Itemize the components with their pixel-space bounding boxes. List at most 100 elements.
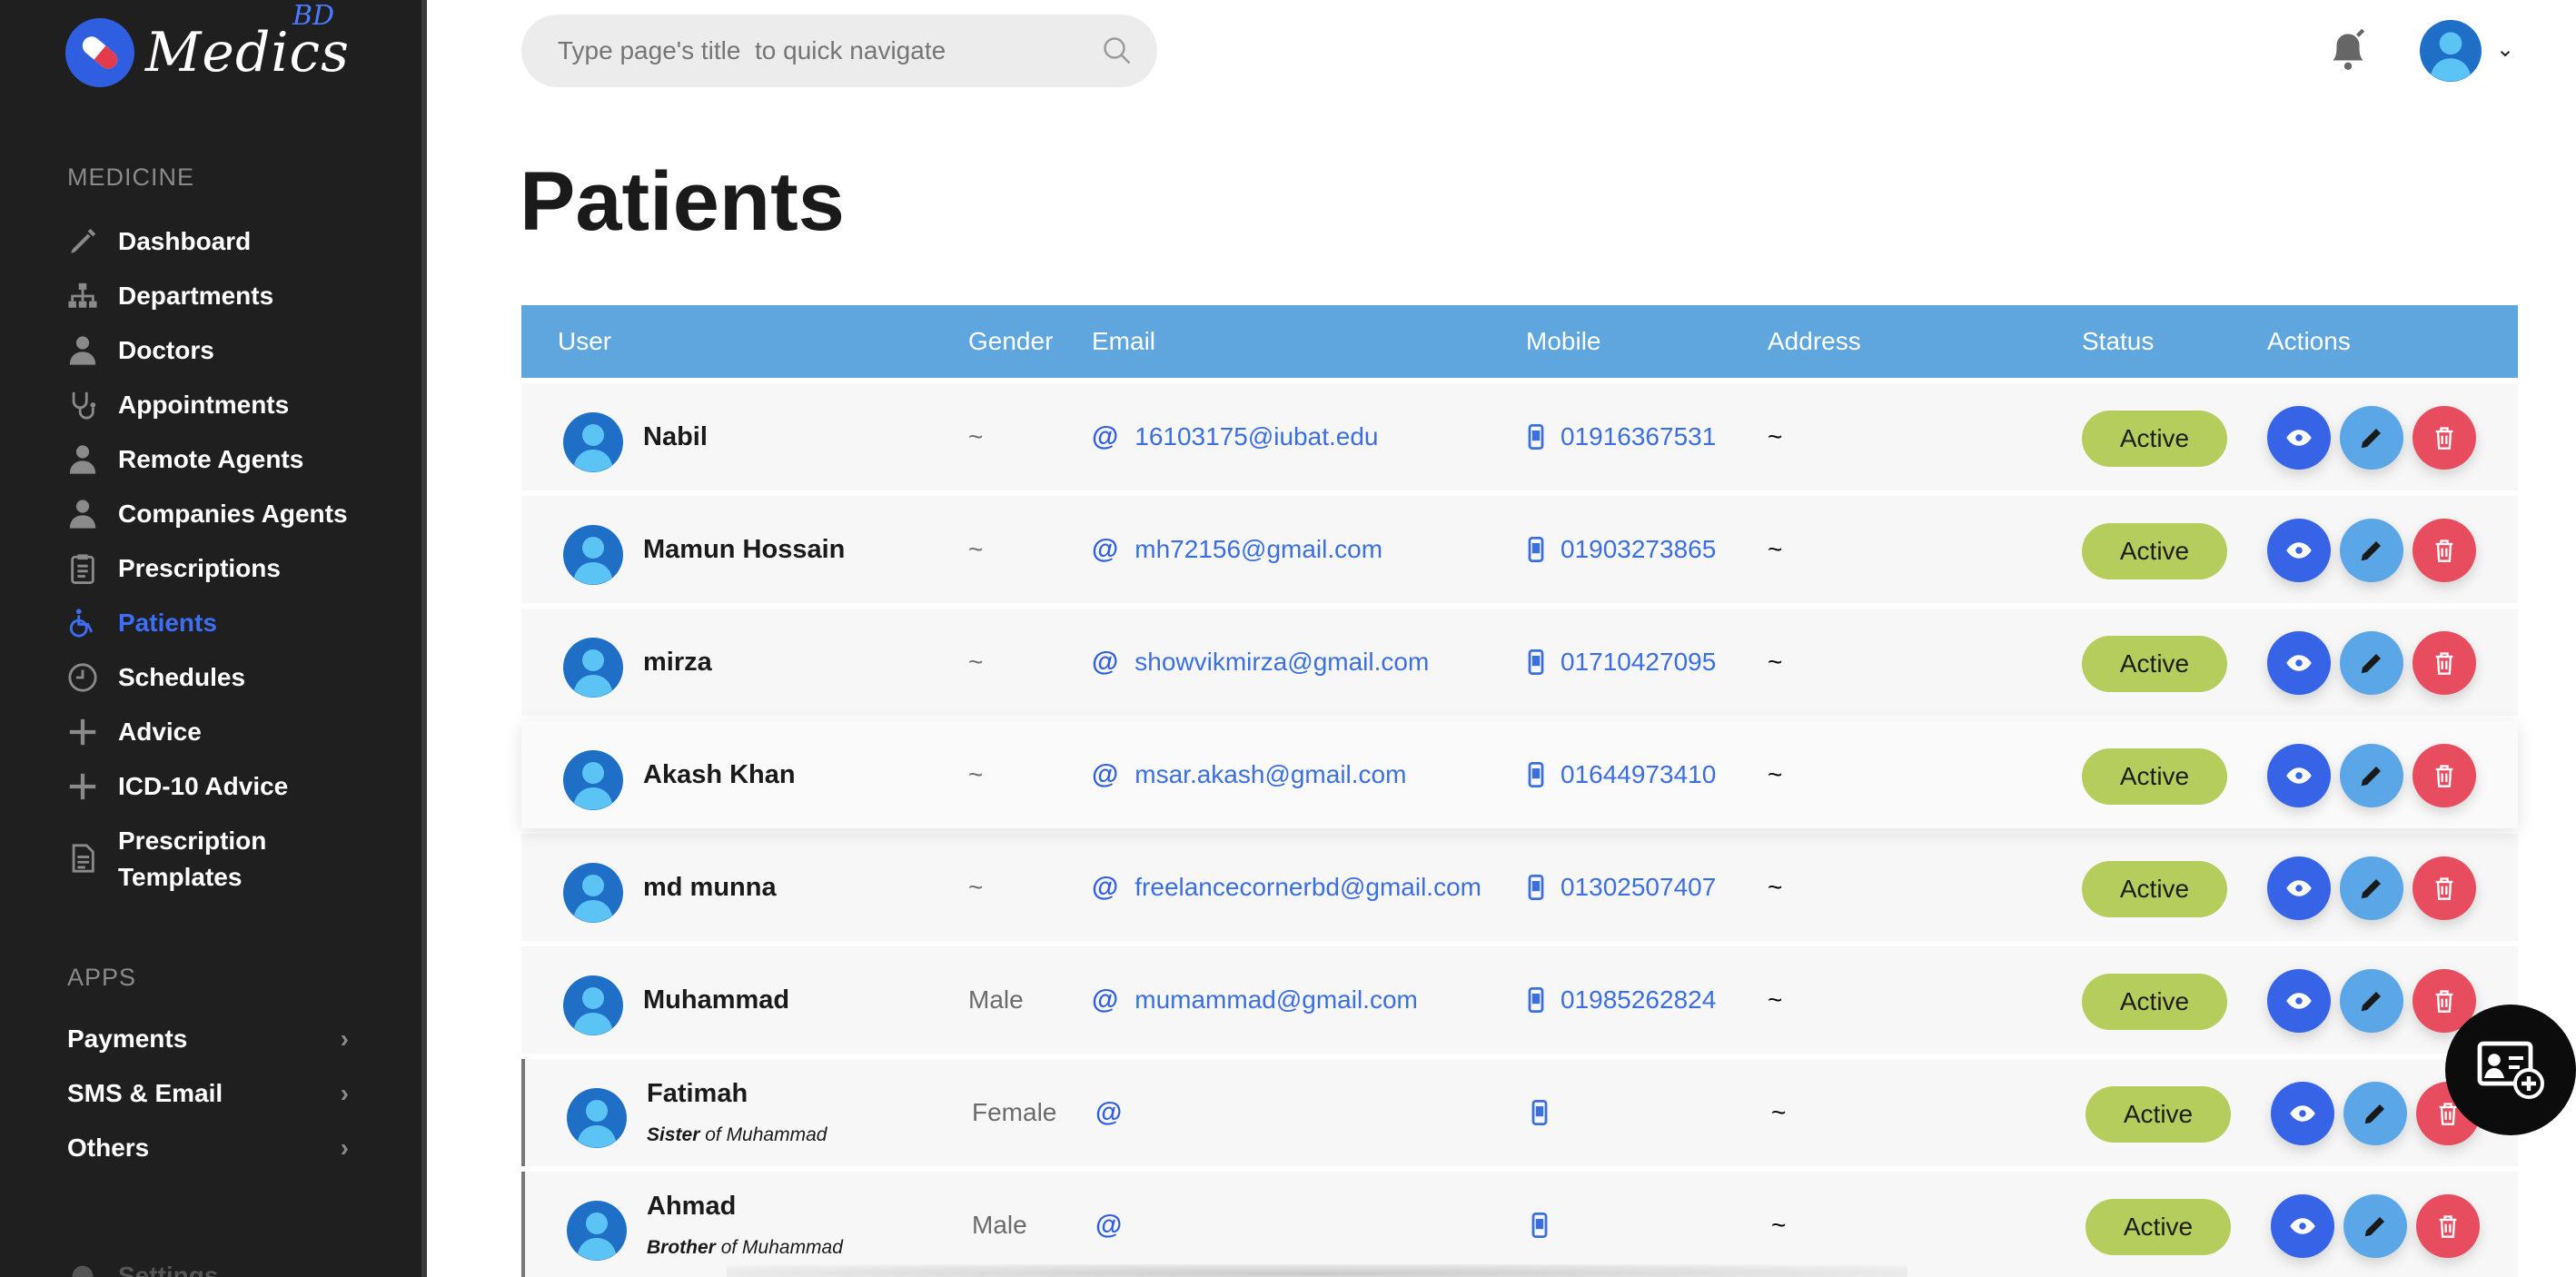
header-gender[interactable]: Gender [968, 327, 1053, 356]
table-row[interactable]: Fatimah Sister of Muhammad Female @ ~ Ac… [521, 1059, 2518, 1166]
sidebar-item-appointments[interactable]: Appointments [65, 382, 289, 428]
quick-navigate-search[interactable] [521, 15, 1157, 87]
mobile-cell[interactable]: 01985262824 [1528, 946, 1716, 1054]
search-icon[interactable] [1101, 35, 1134, 67]
email-link[interactable]: mumammad@gmail.com [1134, 985, 1418, 1015]
mobile-link[interactable]: 01302507407 [1560, 873, 1716, 902]
mobile-cell[interactable]: 01916367531 [1528, 383, 1716, 490]
delete-button[interactable] [2413, 631, 2476, 695]
email-cell[interactable]: @ msar.akash@gmail.com [1092, 721, 1406, 828]
patient-name: md munna [643, 872, 777, 902]
view-button[interactable] [2267, 856, 2331, 920]
email-cell[interactable]: @ mh72156@gmail.com [1092, 496, 1382, 603]
delete-button[interactable] [2413, 406, 2476, 470]
edit-button[interactable] [2340, 856, 2403, 920]
mobile-link[interactable]: 01903273865 [1560, 535, 1716, 564]
email-cell[interactable]: @ [1095, 1059, 1138, 1166]
search-input[interactable] [558, 36, 1085, 65]
mobile-link[interactable]: 01985262824 [1560, 985, 1716, 1015]
header-user[interactable]: User [558, 327, 611, 356]
sidebar-item-departments[interactable]: Departments [65, 273, 273, 319]
mobile-cell[interactable]: 01644973410 [1528, 721, 1716, 828]
edit-button[interactable] [2340, 519, 2403, 582]
add-patient-button[interactable] [2445, 1005, 2576, 1135]
address-cell: ~ [1768, 648, 1783, 676]
bottom-shadow [727, 1264, 1907, 1277]
view-button[interactable] [2271, 1194, 2334, 1258]
table-row[interactable]: md munna ~ @ freelancecornerbd@gmail.com … [521, 834, 2518, 941]
at-icon: @ [1092, 759, 1119, 789]
mobile-cell[interactable]: 01710427095 [1528, 609, 1716, 716]
header-mobile[interactable]: Mobile [1526, 327, 1600, 356]
email-link[interactable]: msar.akash@gmail.com [1134, 760, 1406, 789]
view-button[interactable] [2267, 969, 2331, 1033]
email-cell[interactable]: @ [1095, 1172, 1138, 1277]
phone-icon [1528, 537, 1544, 562]
mobile-cell[interactable] [1531, 1059, 1564, 1166]
header-email[interactable]: Email [1092, 327, 1155, 356]
table-row[interactable]: Nabil ~ @16103175@iubat.edu 01916367531 … [521, 383, 2518, 490]
mobile-cell[interactable]: 01302507407 [1528, 834, 1716, 941]
sidebar-item-advice[interactable]: Advice [65, 709, 202, 755]
email-link[interactable]: 16103175@iubat.edu [1134, 422, 1378, 451]
view-button[interactable] [2271, 1082, 2334, 1145]
delete-button[interactable] [2416, 1194, 2480, 1258]
stethoscope-icon [65, 388, 100, 422]
gender-cell: Male [968, 985, 1024, 1014]
mobile-link[interactable]: 01916367531 [1560, 422, 1716, 451]
header-address[interactable]: Address [1768, 327, 1861, 356]
email-cell[interactable]: @ freelancecornerbd@gmail.com [1092, 834, 1481, 941]
delete-button[interactable] [2413, 856, 2476, 920]
email-cell[interactable]: @ mumammad@gmail.com [1092, 946, 1418, 1054]
apps-item-payments[interactable]: Payments › [67, 1025, 349, 1054]
email-link[interactable]: freelancecornerbd@gmail.com [1134, 873, 1481, 902]
edit-button[interactable] [2340, 744, 2403, 807]
email-cell[interactable]: @ showvikmirza@gmail.com [1092, 609, 1429, 716]
delete-button[interactable] [2413, 519, 2476, 582]
apps-item-sms-email[interactable]: SMS & Email › [67, 1079, 349, 1108]
bell-icon[interactable] [2325, 25, 2371, 73]
edit-button[interactable] [2340, 631, 2403, 695]
email-link[interactable]: showvikmirza@gmail.com [1134, 648, 1429, 677]
mobile-cell[interactable] [1531, 1172, 1564, 1277]
sidebar-item-remote-agents[interactable]: Remote Agents [65, 437, 303, 482]
chevron-down-icon[interactable]: ⌄ [2496, 36, 2514, 63]
header-status[interactable]: Status [2082, 327, 2154, 356]
sidebar-item-schedules[interactable]: Schedules [65, 655, 245, 700]
edit-button[interactable] [2343, 1194, 2407, 1258]
trash-icon [2435, 427, 2453, 450]
mobile-link[interactable]: 01644973410 [1560, 760, 1716, 789]
sidebar-item-doctors[interactable]: Doctors [65, 328, 214, 373]
table-row[interactable]: Mamun Hossain ~ @ mh72156@gmail.com 01903… [521, 496, 2518, 603]
sidebar-item-icd10-advice[interactable]: ICD-10 Advice [65, 764, 288, 809]
sidebar-item-settings[interactable]: Settings [65, 1253, 218, 1277]
sidebar-item-dashboard[interactable]: Dashboard [65, 219, 251, 264]
gender-cell: ~ [968, 648, 984, 676]
mobile-cell[interactable]: 01903273865 [1528, 496, 1716, 603]
sidebar-item-patients[interactable]: Patients [65, 600, 217, 646]
view-button[interactable] [2267, 519, 2331, 582]
table-row[interactable]: Ahmad Brother of Muhammad Male @ ~ Activ… [521, 1172, 2518, 1277]
table-row[interactable]: Muhammad Male @ mumammad@gmail.com 019852… [521, 946, 2518, 1054]
user-avatar[interactable] [2420, 20, 2482, 82]
email-cell[interactable]: @16103175@iubat.edu [1092, 383, 1378, 490]
sidebar-item-companies-agents[interactable]: Companies Agents [65, 491, 348, 537]
view-button[interactable] [2267, 744, 2331, 807]
section-label-apps: APPS [67, 964, 137, 991]
view-button[interactable] [2267, 406, 2331, 470]
sidebar-item-prescriptions[interactable]: Prescriptions [65, 546, 281, 591]
delete-button[interactable] [2413, 744, 2476, 807]
edit-button[interactable] [2340, 406, 2403, 470]
sidebar-item-prescription-templates[interactable]: Prescription Templates [65, 823, 300, 896]
table-row[interactable]: Akash Khan ~ @ msar.akash@gmail.com 01644… [521, 721, 2518, 828]
mobile-link[interactable]: 01710427095 [1560, 648, 1716, 677]
view-button[interactable] [2267, 631, 2331, 695]
phone-icon [1531, 1213, 1548, 1238]
table-row[interactable]: mirza ~ @ showvikmirza@gmail.com 01710427… [521, 609, 2518, 716]
email-link[interactable]: mh72156@gmail.com [1134, 535, 1382, 564]
edit-button[interactable] [2343, 1082, 2407, 1145]
apps-item-others[interactable]: Others › [67, 1133, 349, 1163]
edit-button[interactable] [2340, 969, 2403, 1033]
sidebar-item-label: Advice [118, 718, 202, 746]
gender-cell: ~ [968, 760, 984, 788]
